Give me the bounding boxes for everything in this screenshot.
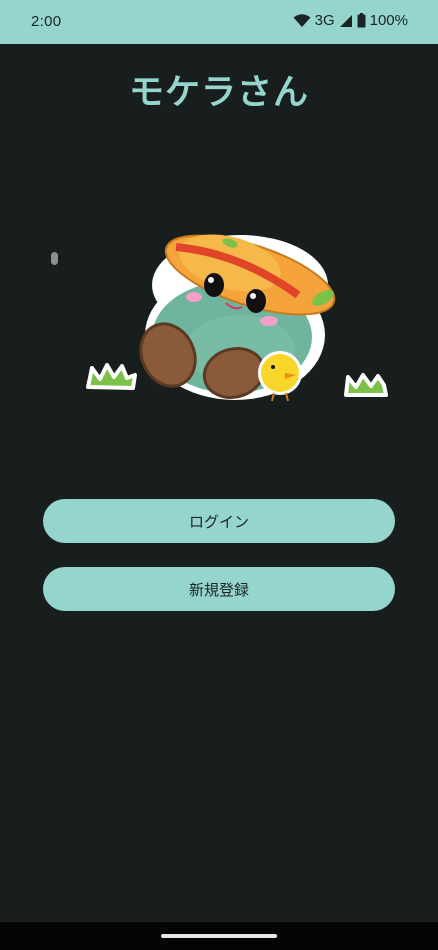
register-button[interactable]: 新規登録: [43, 567, 395, 611]
status-icons: 3G 100%: [293, 12, 408, 29]
network-type: 3G: [314, 12, 335, 29]
battery-icon: [357, 13, 366, 28]
mascot-illustration: [80, 225, 400, 415]
app-title: モケラさん: [128, 73, 309, 113]
battery-level: 100%: [369, 12, 408, 29]
wifi-icon: [293, 13, 311, 28]
navigation-bar: [0, 922, 438, 950]
login-button[interactable]: ログイン: [43, 499, 395, 543]
home-indicator[interactable]: [161, 934, 277, 938]
decorative-dot: [51, 252, 58, 265]
status-bar: 2:00 3G 100%: [0, 0, 438, 44]
signal-icon: [339, 14, 353, 28]
grass-right-icon: [344, 373, 388, 397]
status-time: 2:00: [31, 13, 62, 30]
grass-left-icon: [86, 363, 137, 390]
